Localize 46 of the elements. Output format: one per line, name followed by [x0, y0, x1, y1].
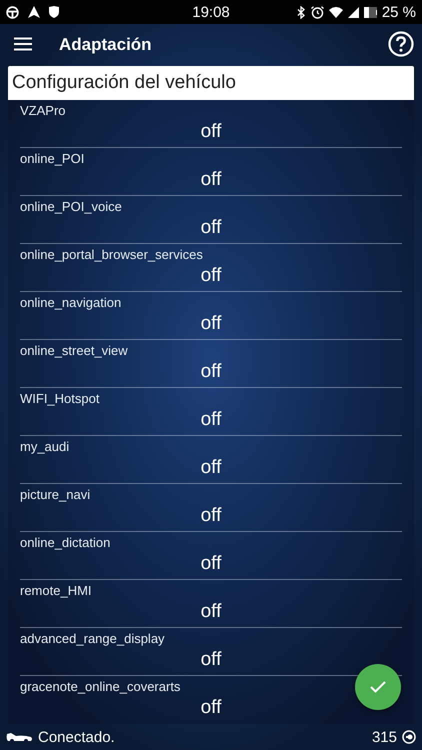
- menu-button[interactable]: [14, 36, 32, 54]
- setting-name: online_POI_voice: [20, 199, 122, 215]
- counter: 315: [372, 728, 397, 746]
- setting-value[interactable]: off: [200, 647, 222, 673]
- clock-time: 19:08: [192, 4, 230, 20]
- setting-value[interactable]: off: [200, 119, 222, 145]
- setting-value[interactable]: off: [200, 695, 222, 721]
- setting-name: remote_HMI: [20, 583, 92, 599]
- setting-value[interactable]: off: [200, 215, 222, 241]
- battery-percentage: 25 %: [382, 4, 416, 20]
- setting-value[interactable]: off: [200, 311, 222, 337]
- setting-value[interactable]: off: [200, 551, 222, 577]
- connector-icon: [402, 730, 416, 744]
- steering-wheel-icon: [6, 6, 19, 18]
- screen-title: Adaptación: [59, 35, 153, 55]
- setting-name: online_dictation: [20, 535, 110, 551]
- navigation-arrow-icon: [28, 6, 40, 18]
- card-title: Configuración del vehículo: [8, 66, 414, 100]
- wifi-icon: [328, 6, 343, 18]
- setting-value[interactable]: off: [200, 455, 222, 481]
- setting-name: gracenote_online_coverarts: [20, 679, 180, 695]
- confirm-button[interactable]: [355, 664, 401, 710]
- setting-name: WIFI_Hotspot: [20, 391, 100, 407]
- setting-value[interactable]: off: [200, 407, 222, 433]
- shield-icon: [49, 6, 59, 18]
- setting-value[interactable]: off: [200, 167, 222, 193]
- bluetooth-icon: [296, 6, 306, 18]
- setting-name: advanced_range_display: [20, 631, 165, 647]
- check-icon: [370, 681, 386, 693]
- setting-name: online_POI: [20, 151, 84, 167]
- setting-name: online_navigation: [20, 295, 122, 311]
- help-button[interactable]: [388, 30, 414, 60]
- setting-name: picture_navi: [20, 487, 90, 503]
- alarm-clock-icon: [310, 6, 324, 18]
- setting-value[interactable]: off: [200, 503, 222, 529]
- setting-name: VZAPro: [20, 103, 66, 119]
- signal-icon: [348, 6, 359, 18]
- battery-icon: [364, 6, 377, 18]
- setting-name: online_portal_browser_services: [20, 247, 203, 263]
- setting-value[interactable]: off: [200, 599, 222, 625]
- setting-name: online_street_view: [20, 343, 128, 359]
- setting-name: my_audi: [20, 439, 70, 455]
- setting-value[interactable]: off: [200, 263, 222, 289]
- connection-status: Conectado.: [38, 728, 115, 746]
- car-icon: [6, 731, 33, 743]
- setting-value[interactable]: off: [200, 359, 222, 385]
